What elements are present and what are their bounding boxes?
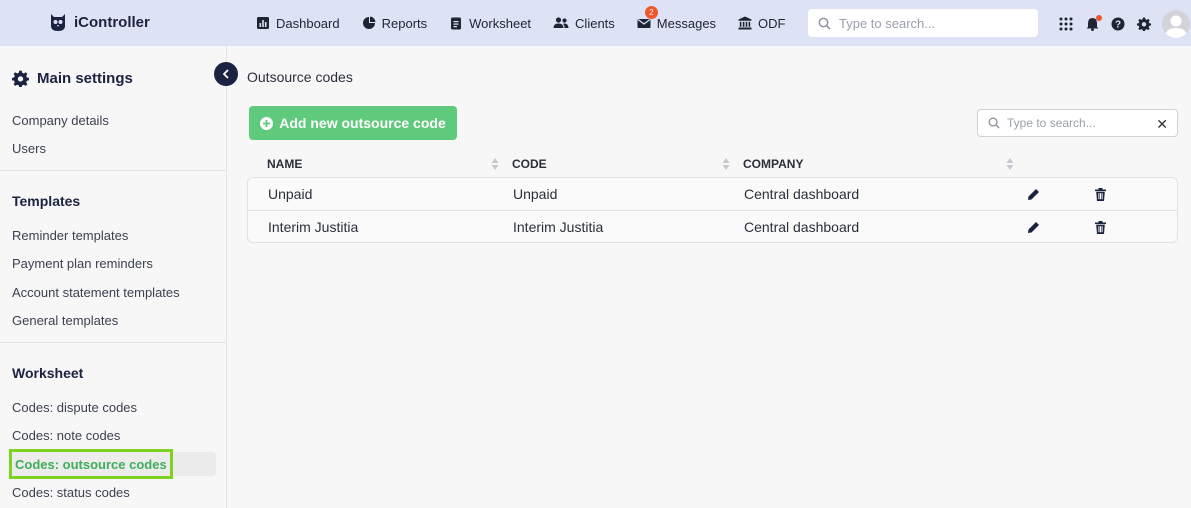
sidebar-item-note-codes[interactable]: Codes: note codes (12, 428, 120, 443)
settings-gear-icon[interactable] (1136, 16, 1152, 32)
users-icon (553, 17, 569, 28)
sidebar-item-company-details[interactable]: Company details (12, 113, 109, 128)
table-search-input[interactable] (1007, 116, 1147, 130)
table-search[interactable]: ✕ (977, 109, 1178, 137)
main-nav: Dashboard Reports Worksheet Clients 2 Me… (256, 0, 808, 46)
nav-reports[interactable]: Reports (362, 15, 428, 31)
plus-circle-icon (260, 116, 274, 130)
notification-dot (1096, 15, 1102, 21)
sidebar-item-general-templates[interactable]: General templates (12, 313, 118, 328)
clipboard-icon (451, 17, 462, 30)
nav-clients[interactable]: Clients (553, 16, 615, 31)
owl-logo-icon (51, 14, 65, 31)
delete-trash-icon[interactable] (1095, 188, 1106, 201)
nav-messages[interactable]: 2 Messages (637, 5, 717, 31)
pie-icon (362, 16, 376, 29)
sidebar-item-reminder-templates[interactable]: Reminder templates (12, 228, 128, 243)
nav-clients-label: Clients (575, 15, 615, 31)
delete-trash-icon[interactable] (1095, 221, 1106, 234)
user-avatar[interactable] (1162, 10, 1190, 38)
bank-icon (738, 16, 752, 30)
outsource-codes-table: Unpaid Unpaid Central dashboard Interim … (247, 177, 1178, 243)
nav-reports-label: Reports (381, 15, 428, 31)
nav-odf-label: ODF (758, 15, 786, 31)
nav-dashboard[interactable]: Dashboard (256, 16, 340, 31)
sidebar-header: Main settings (12, 70, 133, 87)
sidebar-divider (0, 170, 226, 171)
sidebar-section-templates: Templates (12, 193, 81, 209)
add-outsource-code-button[interactable]: Add new outsource code (249, 106, 457, 140)
add-button-label: Add new outsource code (279, 115, 446, 131)
nav-messages-label: Messages (656, 15, 717, 31)
nav-odf[interactable]: ODF (738, 15, 786, 31)
cell-name: Interim Justitia (268, 219, 359, 235)
edit-pencil-icon[interactable] (1027, 188, 1040, 201)
column-header-code[interactable]: CODE (512, 157, 547, 171)
page-title: Outsource codes (247, 69, 353, 85)
gear-icon (12, 70, 29, 87)
help-icon[interactable]: ? (1110, 16, 1126, 32)
sidebar-item-dispute-codes[interactable]: Codes: dispute codes (12, 400, 137, 415)
chevron-left-icon (222, 69, 229, 79)
search-icon (988, 117, 1000, 129)
nav-dashboard-label: Dashboard (276, 15, 340, 31)
top-right-icons: ? (1058, 10, 1190, 38)
sidebar-title: Main settings (37, 70, 133, 87)
column-header-company[interactable]: COMPANY (743, 157, 803, 171)
brand-name: iController (74, 13, 150, 31)
nav-worksheet[interactable]: Worksheet (449, 16, 531, 31)
chart-icon (257, 17, 269, 29)
cell-company: Central dashboard (744, 219, 860, 235)
cell-code: Unpaid (513, 186, 558, 202)
sidebar-item-users[interactable]: Users (12, 141, 46, 156)
sidebar-collapse-button[interactable] (214, 62, 238, 86)
apps-grid-icon[interactable] (1058, 16, 1074, 32)
cell-company: Central dashboard (744, 186, 860, 202)
sort-icon[interactable] (1006, 157, 1014, 171)
sidebar-section-worksheet: Worksheet (12, 365, 84, 381)
sidebar-item-account-statement-templates[interactable]: Account statement templates (12, 285, 180, 300)
bell-icon[interactable] (1084, 15, 1102, 32)
edit-pencil-icon[interactable] (1027, 221, 1040, 234)
sidebar-divider (0, 342, 226, 343)
cell-name: Unpaid (268, 186, 313, 202)
nav-worksheet-label: Worksheet (469, 15, 532, 31)
sort-icon[interactable] (491, 157, 499, 171)
column-header-name[interactable]: NAME (267, 157, 302, 171)
settings-sidebar: Main settings Company details Users Temp… (0, 46, 227, 508)
sidebar-item-outsource-codes[interactable]: Codes: outsource codes (9, 449, 173, 479)
messages-badge: 2 (644, 5, 658, 19)
global-search[interactable] (808, 9, 1038, 37)
sidebar-item-status-codes[interactable]: Codes: status codes (12, 485, 130, 500)
sidebar-item-payment-plan-reminders[interactable]: Payment plan reminders (12, 256, 153, 271)
top-navbar: iController Dashboard Reports Worksheet … (0, 0, 1191, 46)
global-search-input[interactable] (839, 15, 1029, 31)
clear-search-icon[interactable]: ✕ (1156, 116, 1168, 133)
search-icon (818, 17, 831, 30)
svg-text:?: ? (1115, 20, 1121, 31)
row-divider (248, 210, 1177, 211)
cell-code: Interim Justitia (513, 219, 604, 235)
brand-logo[interactable]: iController (50, 12, 150, 32)
sort-icon[interactable] (722, 157, 730, 171)
